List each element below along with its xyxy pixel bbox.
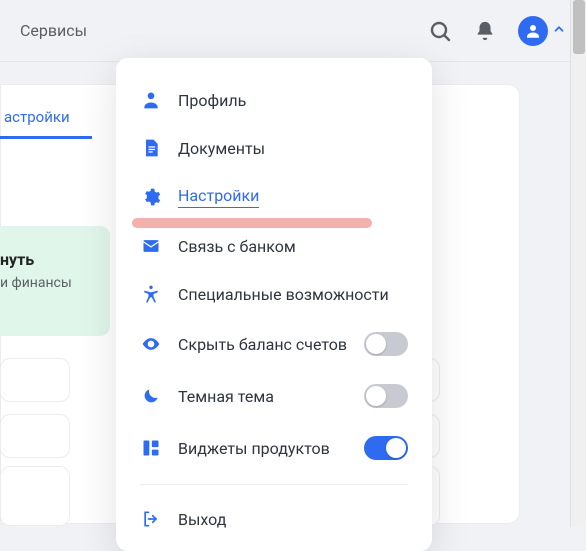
- accessibility-icon: [140, 284, 162, 304]
- menu-label: Связь с банком: [178, 237, 408, 256]
- document-icon: [140, 138, 162, 158]
- menu-item-contact-bank[interactable]: Связь с банком: [116, 222, 432, 270]
- menu-item-accessibility[interactable]: Специальные возможности: [116, 270, 432, 318]
- promo-subtitle: и финансы: [0, 275, 100, 291]
- menu-label: Скрыть баланс счетов: [178, 335, 348, 354]
- menu-item-product-widgets[interactable]: Виджеты продуктов: [116, 422, 432, 474]
- search-icon[interactable]: [428, 19, 452, 43]
- chevron-up-icon: [552, 21, 566, 40]
- card-placeholder: [0, 466, 70, 526]
- avatar: [518, 16, 548, 46]
- scrollbar[interactable]: [570, 0, 586, 527]
- menu-label: Виджеты продуктов: [178, 439, 348, 458]
- scrollbar-thumb[interactable]: [573, 0, 585, 54]
- menu-label: Настройки: [178, 186, 259, 208]
- card-placeholder: [0, 414, 70, 458]
- promo-title: нуть: [0, 250, 100, 269]
- menu-item-logout[interactable]: Выход: [116, 495, 432, 543]
- tab-settings[interactable]: астройки: [0, 108, 92, 139]
- services-link[interactable]: Сервисы: [20, 21, 87, 40]
- header: Сервисы: [0, 0, 586, 62]
- gear-icon: [140, 187, 162, 207]
- account-dropdown: Профиль Документы Настройки Связь с банк…: [116, 58, 432, 551]
- divider: [140, 484, 408, 485]
- moon-icon: [140, 386, 162, 406]
- menu-label: Специальные возможности: [178, 285, 408, 304]
- toggle-product-widgets[interactable]: [364, 436, 408, 460]
- menu-item-profile[interactable]: Профиль: [116, 76, 432, 124]
- menu-label: Документы: [178, 139, 408, 158]
- menu-item-dark-theme[interactable]: Темная тема: [116, 370, 432, 422]
- card-placeholder: [0, 358, 70, 402]
- bell-icon[interactable]: [474, 20, 496, 42]
- menu-item-documents[interactable]: Документы: [116, 124, 432, 172]
- menu-item-hide-balance[interactable]: Скрыть баланс счетов: [116, 318, 432, 370]
- account-menu-trigger[interactable]: [518, 16, 566, 46]
- promo-banner[interactable]: нуть и финансы: [0, 226, 110, 336]
- menu-label: Выход: [178, 510, 408, 529]
- toggle-dark-theme[interactable]: [364, 384, 408, 408]
- person-icon: [140, 90, 162, 110]
- logout-icon: [140, 509, 162, 529]
- menu-item-settings[interactable]: Настройки: [116, 172, 432, 222]
- menu-label: Темная тема: [178, 387, 348, 406]
- mail-icon: [140, 236, 162, 256]
- menu-label: Профиль: [178, 91, 408, 110]
- eye-icon: [140, 334, 162, 354]
- widgets-icon: [140, 438, 162, 458]
- toggle-hide-balance[interactable]: [364, 332, 408, 356]
